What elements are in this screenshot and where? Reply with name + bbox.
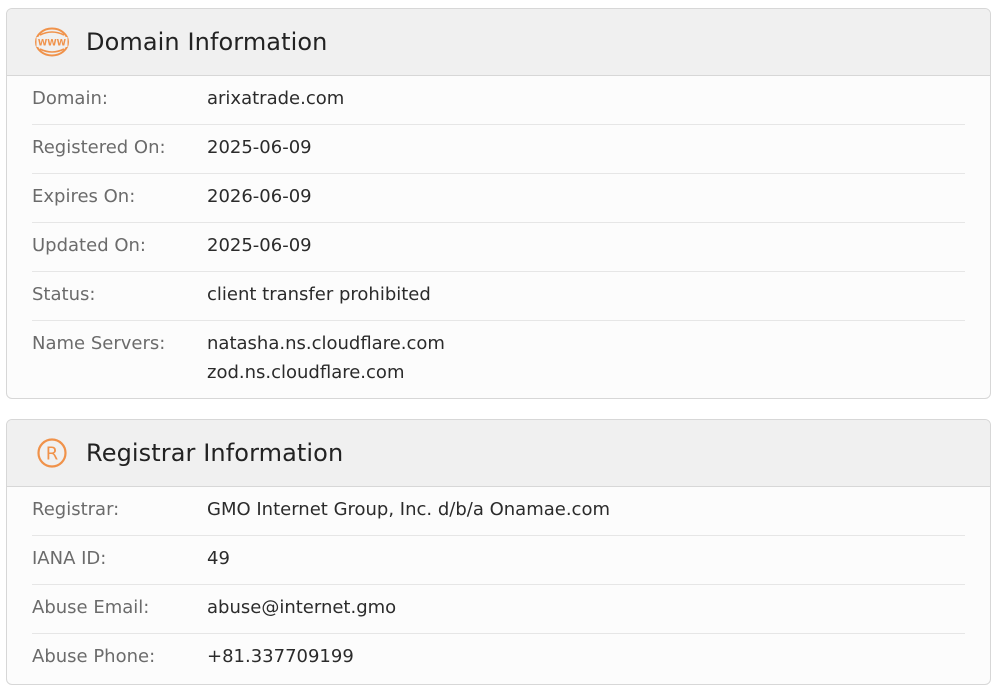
name-servers-row: Name Servers: natasha.ns.cloudflare.com … — [32, 321, 965, 398]
iana-id-value: 49 — [207, 548, 230, 569]
status-value: client transfer prohibited — [207, 284, 431, 305]
registered-trademark-icon: R — [34, 435, 70, 471]
registrar-information-rows: Registrar: GMO Internet Group, Inc. d/b/… — [7, 487, 990, 683]
registrar-row: Registrar: GMO Internet Group, Inc. d/b/… — [32, 487, 965, 536]
status-row: Status: client transfer prohibited — [32, 272, 965, 321]
updated-on-value: 2025-06-09 — [207, 235, 312, 256]
domain-value: arixatrade.com — [207, 88, 345, 109]
registrar-information-header: R Registrar Information — [7, 420, 990, 487]
registered-on-row: Registered On: 2025-06-09 — [32, 125, 965, 174]
registrar-value: GMO Internet Group, Inc. d/b/a Onamae.co… — [207, 499, 611, 520]
updated-on-label: Updated On: — [32, 235, 146, 256]
abuse-email-label: Abuse Email: — [32, 597, 150, 618]
abuse-email-row: Abuse Email: abuse@internet.gmo — [32, 585, 965, 634]
status-label: Status: — [32, 284, 96, 305]
abuse-email-value: abuse@internet.gmo — [207, 597, 397, 618]
abuse-phone-label: Abuse Phone: — [32, 646, 156, 667]
registrar-information-card: R Registrar Information Registrar: GMO I… — [6, 419, 991, 685]
domain-information-card: WWW Domain Information Domain: arixatrad… — [6, 8, 991, 399]
registrar-information-title: Registrar Information — [86, 439, 344, 467]
domain-information-header: WWW Domain Information — [7, 9, 990, 76]
iana-id-row: IANA ID: 49 — [32, 536, 965, 585]
abuse-phone-row: Abuse Phone: +81.337709199 — [32, 634, 965, 683]
domain-information-title: Domain Information — [86, 28, 328, 56]
iana-id-label: IANA ID: — [32, 548, 107, 569]
domain-row: Domain: arixatrade.com — [32, 76, 965, 125]
domain-information-rows: Domain: arixatrade.com Registered On: 20… — [7, 76, 990, 398]
www-globe-icon: WWW — [34, 24, 70, 60]
abuse-phone-value: +81.337709199 — [207, 646, 354, 667]
name-servers-value: natasha.ns.cloudflare.com zod.ns.cloudfl… — [207, 329, 445, 387]
svg-text:R: R — [46, 444, 59, 465]
registered-on-label: Registered On: — [32, 137, 166, 158]
name-server-item: zod.ns.cloudflare.com — [207, 362, 405, 383]
updated-on-row: Updated On: 2025-06-09 — [32, 223, 965, 272]
expires-on-label: Expires On: — [32, 186, 136, 207]
svg-text:WWW: WWW — [38, 39, 67, 49]
domain-label: Domain: — [32, 88, 108, 109]
registered-on-value: 2025-06-09 — [207, 137, 312, 158]
registrar-label: Registrar: — [32, 499, 120, 520]
expires-on-row: Expires On: 2026-06-09 — [32, 174, 965, 223]
expires-on-value: 2026-06-09 — [207, 186, 312, 207]
name-servers-label: Name Servers: — [32, 333, 166, 354]
name-server-item: natasha.ns.cloudflare.com — [207, 333, 445, 354]
